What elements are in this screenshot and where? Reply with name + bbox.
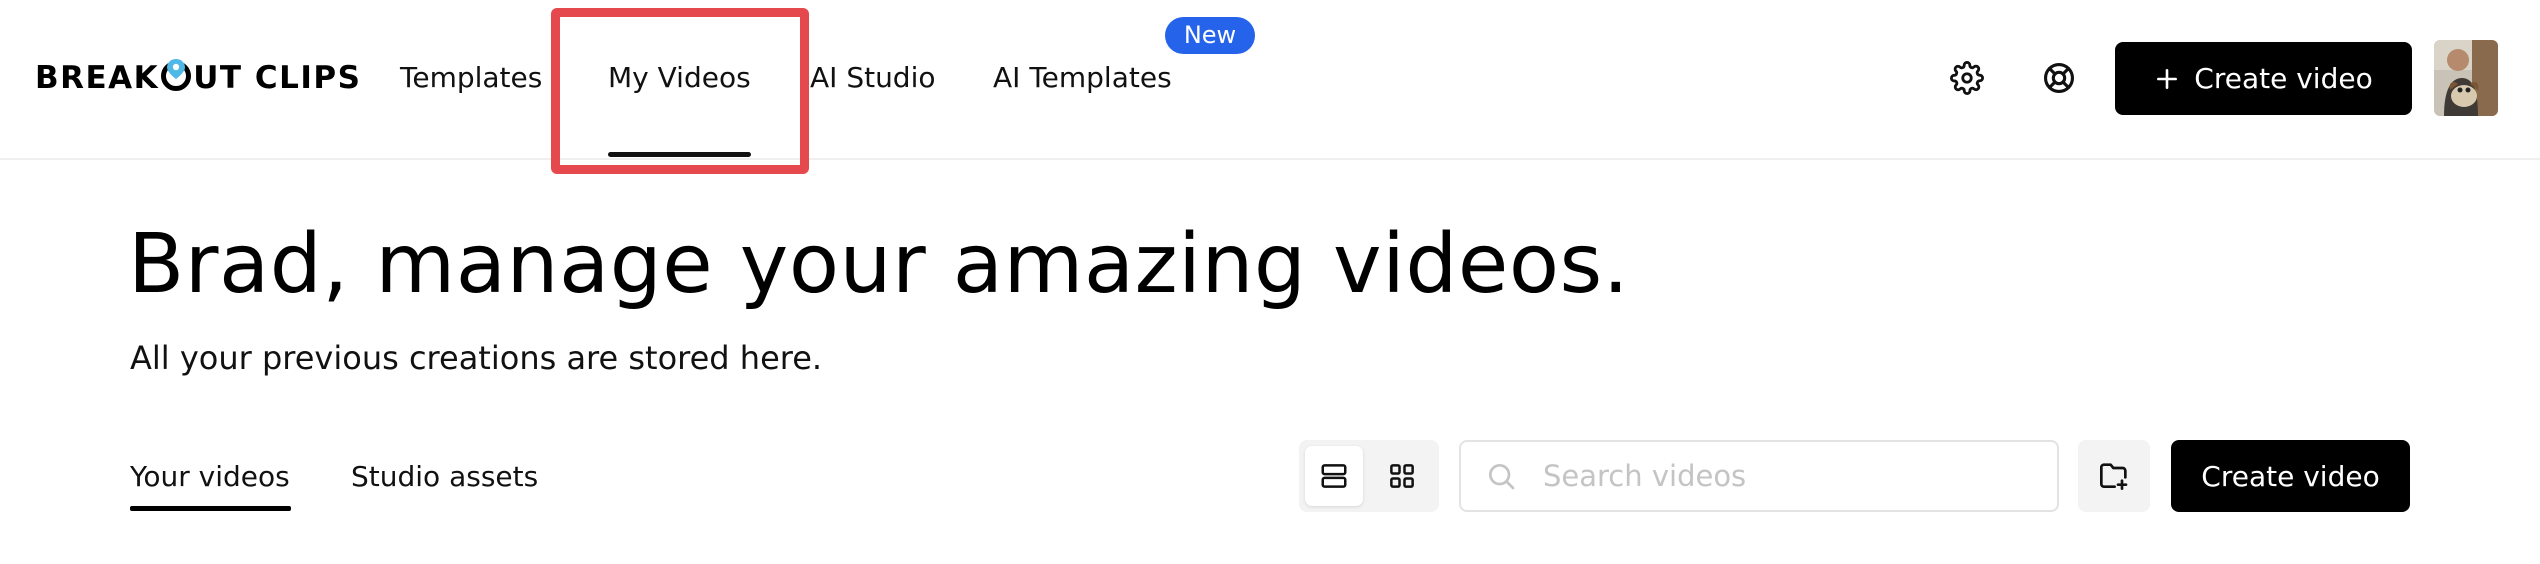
search-container [1459,440,2059,512]
create-video-label: Create video [2194,62,2373,95]
logo-pin-icon [161,59,192,93]
nav-active-indicator [608,152,751,157]
list-view-button[interactable] [1305,446,1363,506]
new-folder-button[interactable] [2078,440,2150,512]
nav-item-ai-templates[interactable]: AI Templates [993,58,1172,98]
nav-item-my-videos[interactable]: My Videos [608,58,751,98]
tab-your-videos[interactable]: Your videos [130,455,290,499]
folder-plus-icon [2100,463,2128,490]
view-mode-toggle [1299,440,1439,512]
logo-text-left: BREAK [35,60,160,96]
new-badge: New [1165,17,1255,54]
grid-view-icon [1390,464,1414,488]
list-view-icon [1321,464,1347,488]
grid-view-button[interactable] [1373,446,1431,506]
gear-icon [1950,61,1984,95]
page-title: Brad, manage your amazing videos. [128,217,1630,312]
tab-active-indicator [130,506,291,511]
brand-logo[interactable]: BREAK UT CLIPS [35,58,361,98]
lifebuoy-icon [2043,62,2075,94]
top-navigation-bar: BREAK UT CLIPS Templates My Videos AI St… [0,0,2540,174]
avatar-photo [2434,40,2498,116]
search-icon [1489,464,1515,490]
plus-icon [2157,68,2178,89]
create-video-button[interactable]: Create video [2171,440,2410,512]
logo-text-right: UT CLIPS [193,60,362,96]
search-icon-wrapper [1461,440,1541,512]
search-input[interactable] [1541,458,2041,494]
user-avatar[interactable] [2434,40,2498,116]
tab-studio-assets[interactable]: Studio assets [351,455,538,499]
help-button[interactable] [2036,55,2082,101]
nav-item-ai-studio[interactable]: AI Studio [810,58,936,98]
nav-item-templates[interactable]: Templates [400,58,542,98]
create-video-button-header[interactable]: Create video [2115,42,2412,115]
page-subtitle: All your previous creations are stored h… [130,339,823,377]
settings-button[interactable] [1944,55,1990,101]
